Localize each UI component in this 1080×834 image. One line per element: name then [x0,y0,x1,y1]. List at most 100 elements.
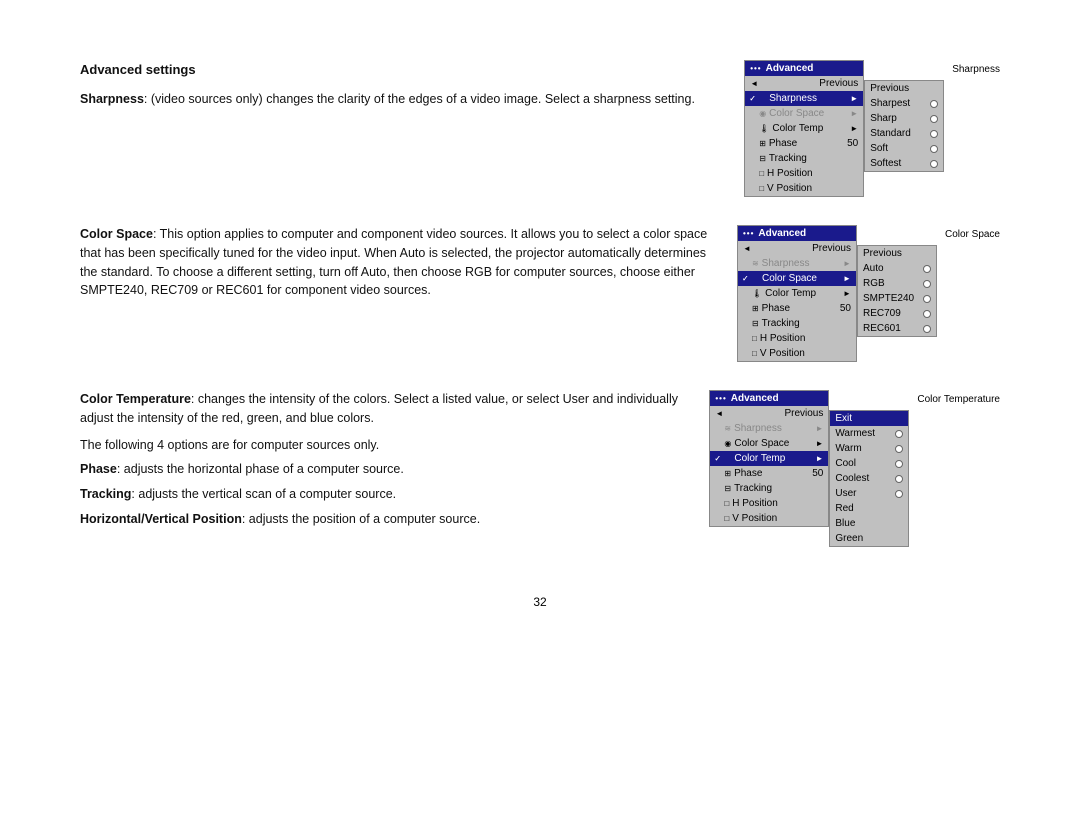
menu-item-phase-cs[interactable]: ⊞Phase 50 [738,301,856,316]
radio-auto [923,265,931,273]
menu-item-vpos-cs[interactable]: □V Position [738,346,856,361]
menu-item-tracking-ct[interactable]: ⊟Tracking [710,481,828,496]
radio-sharpest [930,100,938,108]
menu-colorspace: Advanced Previous ≋Sharpness ► ✓ Color S… [737,225,857,362]
ui-col-sharpness: Advanced Previous ✓ Sharpness ► ◉Color S… [744,60,1000,197]
submenu-auto[interactable]: Auto [858,261,936,276]
ui-wrapper-colorspace: Advanced Previous ≋Sharpness ► ✓ Color S… [737,225,1000,362]
submenu-soft[interactable]: Soft [865,141,943,156]
menu-item-colorspace-cs[interactable]: ✓ Color Space ► [738,271,856,286]
radio-warm [895,445,903,453]
submenu-rec709[interactable]: REC709 [858,306,936,321]
menu-item-sharpness-cs[interactable]: ≋Sharpness ► [738,256,856,271]
inner-colorspace-s: ◉Color Space [759,108,850,119]
menu-item-colorspace-ct[interactable]: ◉Color Space ► [710,436,828,451]
arrow-sharpness-ct: ► [815,424,823,433]
menu-item-tracking-s[interactable]: ⊟Tracking [745,151,863,166]
submenu-rec601[interactable]: REC601 [858,321,936,336]
inner-sharpness-cs: ≋Sharpness [752,258,843,269]
inner-phase-s: ⊞Phase [759,138,847,149]
menu-item-previous-cs[interactable]: Previous [738,241,856,256]
para-tracking: Tracking: adjusts the vertical scan of a… [80,485,689,504]
sharpness-icon-ct: ≋ [724,424,731,433]
submenu-sharp[interactable]: Sharp [865,111,943,126]
submenu-cool[interactable]: Cool [830,456,908,471]
submenu-user[interactable]: User [830,486,908,501]
ui-col-colortemp: Advanced Previous ≋Sharpness ► ◉Color Sp… [709,390,1000,547]
arrow-sharpness: ► [850,94,858,103]
submenu-smpte[interactable]: SMPTE240 [858,291,936,306]
inner-vpos-s: □V Position [759,183,858,194]
tracking-icon-s: ⊟ [759,154,766,163]
para-following: The following 4 options are for computer… [80,436,689,455]
radio-softest [930,160,938,168]
label-sharpness-right: Sharpness [952,64,1000,75]
colorspace-icon-s: ◉ [759,109,766,118]
menu-item-colorspace-s[interactable]: ◉Color Space ► [745,106,863,121]
colortemp-icon-s: 🌡 [759,124,769,133]
submenu-standard[interactable]: Standard [865,126,943,141]
arrow-cs: ► [843,274,851,283]
submenu-coolest[interactable]: Coolest [830,471,908,486]
menu-title-ct: Advanced [710,391,828,406]
hpos-icon-cs: □ [752,334,757,343]
inner-colorspace-ct: ◉Color Space [724,438,815,449]
menu-item-vpos-s[interactable]: □V Position [745,181,863,196]
label-colorspace: Color Space [80,227,153,241]
menu-item-colortemp-ct[interactable]: ✓ Color Temp ► [710,451,828,466]
submenu-previous-s[interactable]: Previous [865,81,943,96]
menu-item-colortemp-s[interactable]: 🌡Color Temp ► [745,121,863,136]
para-colortemp: Color Temperature: changes the intensity… [80,390,689,428]
check-cs: ✓ [742,274,749,283]
phase-icon-ct: ⊞ [724,469,731,478]
menu-item-tracking-cs[interactable]: ⊟Tracking [738,316,856,331]
para-colorspace: Color Space: This option applies to comp… [80,225,717,300]
menu-item-phase-ct[interactable]: ⊞Phase 50 [710,466,828,481]
menu-title-sharpness: Advanced [745,61,863,76]
tracking-icon-ct: ⊟ [724,484,731,493]
submenu-warmest[interactable]: Warmest [830,426,908,441]
menu-item-phase-s[interactable]: ⊞Phase 50 [745,136,863,151]
menu-sharpness: Advanced Previous ✓ Sharpness ► ◉Color S… [744,60,864,197]
menu-item-vpos-ct[interactable]: □V Position [710,511,828,526]
label-colorspace-right: Color Space [945,229,1000,240]
submenu-previous-cs[interactable]: Previous [858,246,936,261]
inner-tracking-cs: ⊟Tracking [752,318,851,329]
radio-cool [895,460,903,468]
inner-vpos-ct: □V Position [724,513,823,524]
arrow-colortemp-cs: ► [843,289,851,298]
menu-item-sharpness-s[interactable]: ✓ Sharpness ► [745,91,863,106]
submenu-softest[interactable]: Softest [865,156,943,171]
submenu-sharpest[interactable]: Sharpest [865,96,943,111]
menu-item-hpos-ct[interactable]: □H Position [710,496,828,511]
radio-coolest [895,475,903,483]
radio-soft [930,145,938,153]
menu-item-sharpness-ct[interactable]: ≋Sharpness ► [710,421,828,436]
inner-colortemp-ct: ✓ Color Temp [724,453,815,464]
colorspace-icon-ct: ◉ [724,439,731,448]
section-colorspace: Color Space: This option applies to comp… [80,225,1000,362]
arrow-ct: ► [815,454,823,463]
check-ct: ✓ [714,454,721,463]
submenu-colorspace: Previous Auto RGB SMPTE240 REC709 [857,245,937,337]
menu-item-colortemp-cs[interactable]: 🌡Color Temp ► [738,286,856,301]
radio-warmest [895,430,903,438]
inner-sharpness-ct: ≋Sharpness [724,423,815,434]
menu-item-hpos-cs[interactable]: □H Position [738,331,856,346]
text-col-colorspace: Color Space: This option applies to comp… [80,225,737,306]
submenu-red[interactable]: Red [830,501,908,516]
menu-item-hpos-s[interactable]: □H Position [745,166,863,181]
sharpness-icon: ✓ [749,94,756,103]
submenu-blue[interactable]: Blue [830,516,908,531]
submenu-exit[interactable]: Exit [830,411,908,426]
label-phase: Phase [80,462,117,476]
inner-hpos-ct: □H Position [724,498,823,509]
submenu-warm[interactable]: Warm [830,441,908,456]
sharpness-icon-cs: ≋ [752,259,759,268]
menu-item-previous-ct[interactable]: Previous [710,406,828,421]
menu-item-previous-s[interactable]: Previous [745,76,863,91]
submenu-rgb[interactable]: RGB [858,276,936,291]
section-sharpness: Advanced settings Sharpness: (video sour… [80,60,1000,197]
label-tracking: Tracking [80,487,131,501]
submenu-green[interactable]: Green [830,531,908,546]
